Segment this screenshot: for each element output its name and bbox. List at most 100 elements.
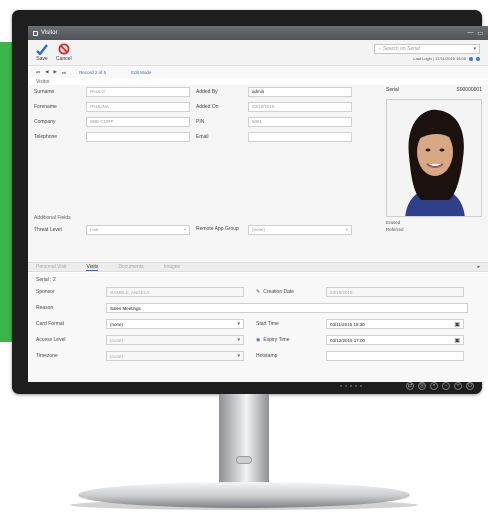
surname-label: Surname bbox=[34, 88, 55, 95]
reason-field[interactable]: Sales Meetings bbox=[106, 303, 468, 313]
surname-field[interactable]: PAULO bbox=[86, 86, 190, 97]
visitor-portrait bbox=[387, 100, 481, 216]
bezel-bottom: ⇄ ◎ • − + ⏻ bbox=[12, 376, 482, 394]
added-on-field[interactable]: 03/10/2015 bbox=[248, 101, 352, 112]
edit-icon[interactable]: ✎ bbox=[256, 289, 260, 295]
hotstamp-field[interactable] bbox=[326, 351, 464, 361]
last-record-icon[interactable]: ⏭ bbox=[62, 70, 66, 75]
record-counter: Record 2 of 5 bbox=[79, 69, 107, 75]
start-time-label: Start Time bbox=[256, 321, 279, 327]
search-icon: ⌕ bbox=[378, 46, 381, 52]
monitor-stand-neck bbox=[219, 394, 269, 486]
timezone-value: (none) bbox=[110, 353, 124, 359]
pin-field[interactable]: 5081 bbox=[248, 116, 352, 127]
calendar-icon[interactable]: ▣ bbox=[454, 321, 460, 328]
threat-level-select[interactable]: Low ▾ bbox=[86, 224, 190, 235]
tab-documents[interactable]: Documents bbox=[118, 264, 143, 270]
threat-level-label: Threat Level bbox=[34, 226, 62, 233]
serial-value: S00000001 bbox=[456, 87, 482, 93]
access-level-label: Access Level bbox=[36, 337, 66, 343]
access-level-value: (none) bbox=[110, 337, 124, 343]
forename-field[interactable]: PAULINA bbox=[86, 101, 190, 112]
photo-status: Erased bbox=[386, 220, 401, 225]
access-level-select[interactable]: (none) ▾ bbox=[106, 335, 244, 345]
minus-icon[interactable]: − bbox=[442, 382, 450, 390]
additional-fields-label: Additional Fields bbox=[34, 215, 71, 221]
monitor-controls: ⇄ ◎ • − + ⏻ bbox=[406, 382, 474, 390]
screen: Visitor — ▭ Save Cancel ⌕ Search on Seria… bbox=[28, 26, 488, 382]
help-icon[interactable] bbox=[469, 56, 473, 61]
email-label: Email bbox=[196, 133, 209, 140]
card-format-value: (none) bbox=[110, 321, 124, 327]
expiry-time-value: 03/12/2015 17:00 bbox=[330, 337, 366, 343]
last-login: Last Login | 17/11/2015 18:08 bbox=[413, 56, 466, 61]
visit-serial: Serial : 2 bbox=[36, 277, 56, 283]
telephone-field[interactable] bbox=[86, 131, 190, 142]
chevron-down-icon: ▾ bbox=[237, 321, 240, 327]
app-icon bbox=[33, 30, 38, 36]
minimize-button[interactable]: — bbox=[467, 30, 473, 37]
tab-visits[interactable]: Visits bbox=[86, 264, 99, 271]
start-time-field[interactable]: 03/11/2015 18:30 ▣ bbox=[326, 319, 464, 329]
telephone-label: Telephone bbox=[34, 133, 58, 140]
creation-date-label: Creation Date bbox=[263, 289, 295, 295]
remote-app-group-label: Remote App Group bbox=[196, 226, 239, 232]
info-icon[interactable] bbox=[476, 56, 480, 61]
tab-scroll-right-icon[interactable]: ▸ bbox=[477, 264, 480, 270]
monitor: Visitor — ▭ Save Cancel ⌕ Search on Seria… bbox=[12, 10, 488, 394]
search-input[interactable]: ⌕ Search on Serial ▾ bbox=[374, 44, 480, 54]
added-on-label: Added On bbox=[196, 103, 219, 110]
menu-icon[interactable]: ◎ bbox=[418, 382, 426, 390]
remote-app-group-select[interactable]: (none) ▾ bbox=[248, 224, 352, 235]
cancel-button[interactable]: Cancel bbox=[56, 43, 72, 62]
photo-referred: Referred bbox=[386, 227, 404, 232]
cancel-label: Cancel bbox=[56, 56, 72, 62]
visitor-section: Surname PAULO Added By admin Forename PA… bbox=[28, 85, 488, 269]
power-icon[interactable]: ⏻ bbox=[466, 382, 474, 390]
maximize-button[interactable]: ▭ bbox=[477, 30, 483, 37]
cable-hole bbox=[236, 456, 252, 464]
sponsor-label: Sponsor bbox=[36, 289, 55, 295]
forename-label: Forename bbox=[34, 103, 57, 110]
next-record-icon[interactable]: ▶ bbox=[54, 69, 57, 75]
visit-details: Serial : 2 Sponsor GAMBLE, ANGELA ✎ Creat… bbox=[28, 273, 488, 382]
tab-images[interactable]: Images bbox=[164, 264, 180, 270]
added-by-field[interactable]: admin bbox=[248, 86, 352, 97]
visitor-group-label: Visitor bbox=[36, 79, 50, 85]
chevron-down-icon: ▾ bbox=[183, 226, 186, 232]
visitor-form: Surname PAULO Added By admin Forename PA… bbox=[34, 85, 374, 145]
speaker-dots bbox=[340, 385, 362, 387]
window-title: Visitor bbox=[41, 30, 58, 36]
expiry-time-field[interactable]: 03/12/2015 17:00 ▣ bbox=[326, 335, 464, 345]
pin-label: PIN bbox=[196, 118, 205, 125]
clock-icon: ◉ bbox=[256, 337, 261, 343]
chevron-down-icon: ▾ bbox=[345, 226, 348, 232]
start-time-value: 03/11/2015 18:30 bbox=[330, 321, 365, 327]
input-icon[interactable]: ⇄ bbox=[406, 382, 414, 390]
previous-record-icon[interactable]: ◀ bbox=[45, 69, 48, 75]
monitor-stand-base bbox=[78, 482, 410, 508]
tab-personal-visit[interactable]: Personal Visit bbox=[36, 264, 66, 270]
sponsor-field[interactable]: GAMBLE, ANGELA bbox=[106, 287, 244, 297]
threat-level-value: Low bbox=[90, 227, 99, 232]
additional-fields: Additional Fields Threat Level Low ▾ Remo… bbox=[34, 215, 374, 238]
brightness-icon[interactable]: • bbox=[430, 382, 438, 390]
timezone-label: Timezone bbox=[36, 353, 58, 359]
company-field[interactable]: SBD CORP bbox=[86, 116, 190, 127]
email-field[interactable] bbox=[248, 131, 352, 142]
chevron-down-icon: ▾ bbox=[237, 337, 240, 343]
chevron-down-icon[interactable]: ▾ bbox=[473, 46, 476, 52]
added-by-label: Added By bbox=[196, 88, 218, 95]
edit-mode-label: Edit Mode bbox=[131, 69, 152, 75]
visitor-photo[interactable] bbox=[386, 99, 482, 217]
creation-date-field[interactable]: 03/10/2015 bbox=[326, 287, 464, 297]
serial-label: Serial bbox=[386, 87, 399, 93]
calendar-icon[interactable]: ▣ bbox=[454, 337, 460, 344]
plus-icon[interactable]: + bbox=[454, 382, 462, 390]
cancel-icon bbox=[58, 43, 70, 55]
save-button[interactable]: Save bbox=[36, 43, 48, 62]
card-format-select[interactable]: (none) ▾ bbox=[106, 319, 244, 329]
window-titlebar: Visitor — ▭ bbox=[28, 26, 488, 40]
timezone-select[interactable]: (none) ▾ bbox=[106, 351, 244, 361]
first-record-icon[interactable]: ⏮ bbox=[36, 70, 40, 75]
